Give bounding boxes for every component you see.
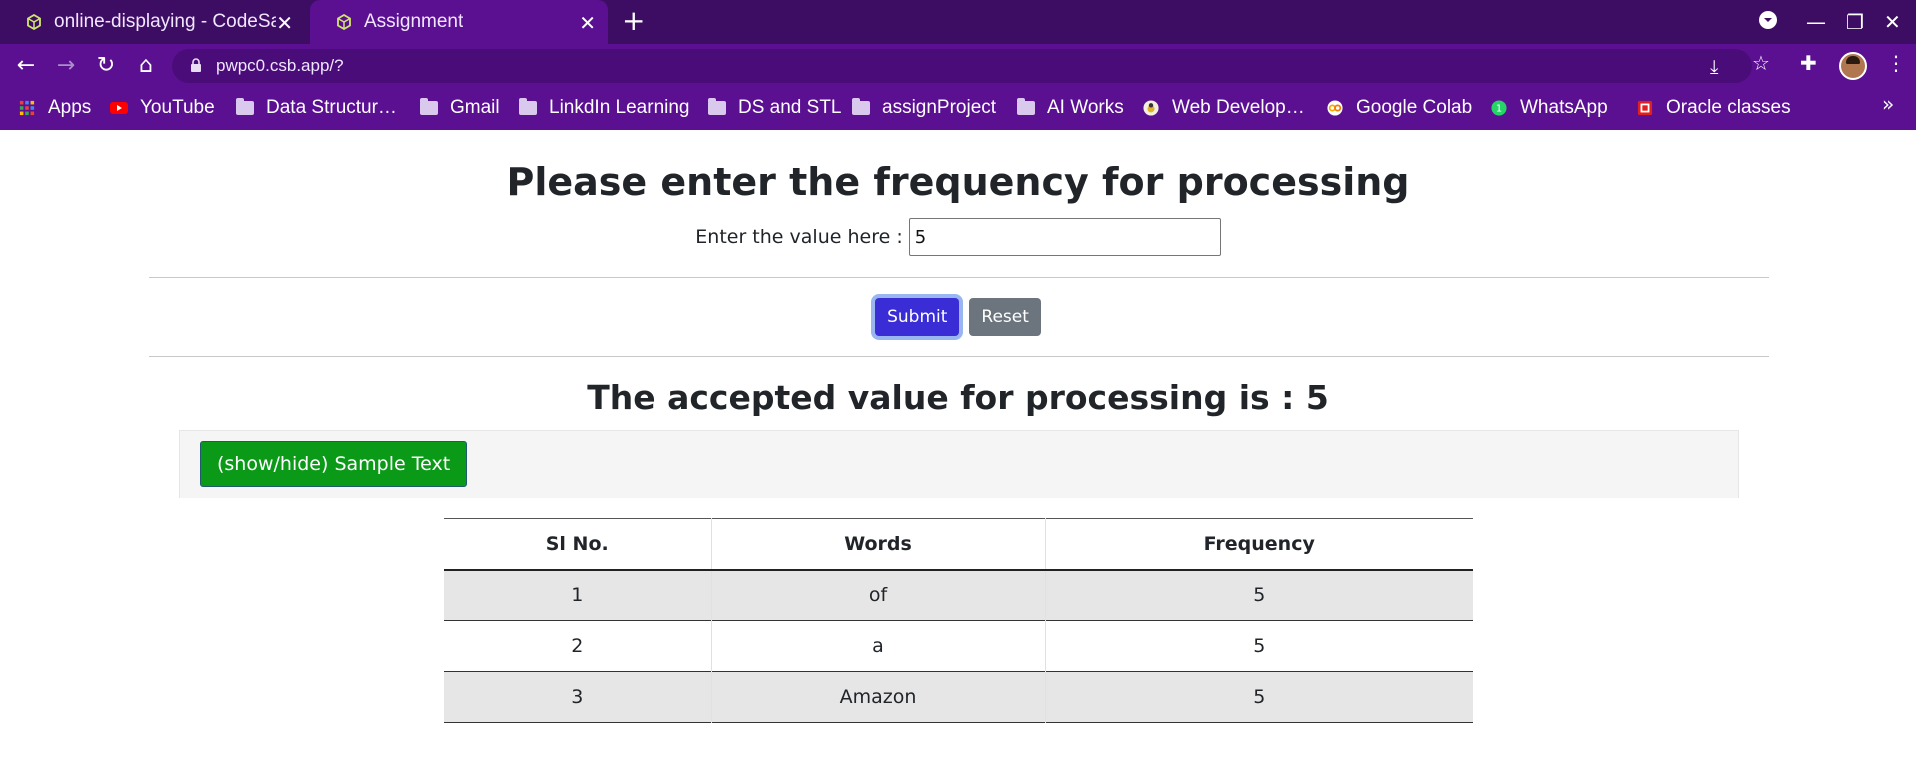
cell-frequency: 5	[1253, 686, 1266, 708]
table-row: 1 of 5	[444, 569, 1473, 621]
page-title: Please enter the frequency for processin…	[506, 160, 1410, 204]
tab-search-icon[interactable]	[1758, 10, 1778, 35]
install-app-icon[interactable]: ⤓	[1710, 56, 1718, 78]
bookmark-google-colab[interactable]: Google Colab	[1326, 97, 1472, 119]
bookmarks-bar: Apps YouTube Data Structur… Gmail LinkdI…	[0, 88, 1916, 130]
close-window-icon[interactable]: ✕	[1884, 10, 1901, 34]
reset-button[interactable]: Reset	[969, 298, 1041, 336]
cell-sl-no: 3	[444, 671, 712, 723]
bookmark-label: Data Structur…	[266, 97, 397, 118]
table-header-row: Sl No. Words Frequency	[444, 518, 1473, 571]
bookmark-apps[interactable]: Apps	[18, 97, 91, 119]
close-tab-icon[interactable]: ✕	[579, 11, 596, 36]
bookmark-label: YouTube	[140, 97, 215, 118]
back-icon[interactable]: ←	[12, 52, 40, 80]
divider	[149, 277, 1769, 278]
svg-text:1: 1	[1496, 104, 1502, 115]
bookmark-assignproject[interactable]: assignProject	[852, 97, 996, 119]
minimize-icon[interactable]: —	[1806, 10, 1826, 34]
new-tab-icon[interactable]: +	[622, 7, 645, 35]
home-icon[interactable]: ⌂	[132, 52, 160, 80]
cell-frequency: 5	[1253, 635, 1266, 657]
bookmark-label: Apps	[48, 97, 92, 118]
column-header-frequency: Frequency	[1045, 518, 1473, 571]
extensions-icon[interactable]: ✚	[1800, 51, 1817, 75]
column-header-words: Words	[711, 518, 1046, 571]
bookmark-web-development[interactable]: Web Develop…	[1142, 97, 1305, 119]
bookmark-label: assignProject	[882, 97, 997, 118]
address-bar[interactable]: pwpc0.csb.app/? ⤓	[172, 49, 1752, 83]
cell-word: a	[711, 620, 1046, 672]
tab-codesandbox[interactable]: online-displaying - CodeSandbox ✕	[0, 0, 305, 44]
close-tab-icon[interactable]: ✕	[276, 11, 293, 36]
bookmark-label: Google Colab	[1356, 97, 1473, 118]
bookmark-whatsapp[interactable]: 1 WhatsApp	[1490, 97, 1608, 119]
tab-assignment[interactable]: Assignment ✕	[310, 0, 608, 44]
bookmark-ds-and-stl[interactable]: DS and STL	[708, 97, 842, 119]
folder-icon	[420, 98, 438, 115]
oracle-icon	[1637, 100, 1653, 116]
bookmark-label: Gmail	[450, 97, 500, 118]
bookmark-star-icon[interactable]: ☆	[1752, 51, 1770, 75]
bookmark-label: Oracle classes	[1666, 97, 1791, 118]
bookmark-gmail[interactable]: Gmail	[420, 97, 500, 119]
divider	[149, 356, 1769, 357]
youtube-icon	[110, 102, 128, 114]
browser-toolbar: ← → ↻ ⌂ pwpc0.csb.app/? ⤓ ☆ ✚ ⋮	[0, 44, 1916, 88]
folder-icon	[519, 98, 537, 115]
bookmark-data-structures[interactable]: Data Structur…	[236, 97, 397, 119]
tab-title: Assignment	[364, 11, 464, 32]
tab-title: online-displaying - CodeSandbox	[54, 11, 276, 32]
submit-button[interactable]: Submit	[875, 298, 960, 336]
profile-avatar[interactable]	[1839, 52, 1867, 80]
site-icon	[1143, 100, 1159, 116]
bookmark-ai-works[interactable]: AI Works	[1017, 97, 1124, 119]
codesandbox-favicon-icon	[27, 14, 41, 30]
frequency-input-row: Enter the value here :	[0, 218, 1916, 256]
table-row: 3 Amazon 5	[444, 671, 1473, 723]
colab-icon	[1327, 100, 1343, 116]
cell-word: Amazon	[711, 671, 1046, 723]
input-label: Enter the value here :	[695, 226, 903, 248]
frequency-table: Sl No. Words Frequency 1 of 5 2 a 5 3 Am…	[444, 518, 1473, 723]
folder-icon	[236, 98, 254, 115]
restore-icon[interactable]: ❐	[1846, 10, 1864, 34]
bookmark-label: AI Works	[1047, 97, 1124, 118]
bookmark-label: LinkdIn Learning	[549, 97, 690, 118]
form-buttons: Submit Reset	[0, 298, 1916, 336]
bookmarks-overflow-icon[interactable]: »	[1882, 92, 1894, 116]
menu-kebab-icon[interactable]: ⋮	[1886, 51, 1906, 75]
sample-text-panel: (show/hide) Sample Text	[179, 430, 1739, 498]
reload-icon[interactable]: ↻	[92, 52, 120, 80]
frequency-input[interactable]	[908, 218, 1221, 256]
column-header-sl-no: Sl No.	[444, 518, 712, 571]
bookmark-oracle-classes[interactable]: Oracle classes	[1636, 97, 1791, 119]
folder-icon	[852, 98, 870, 115]
cell-sl-no: 2	[444, 620, 712, 672]
cell-word: of	[711, 569, 1046, 621]
cell-frequency: 5	[1253, 584, 1266, 607]
page-content: Please enter the frequency for processin…	[0, 130, 1916, 760]
folder-icon	[708, 98, 726, 115]
table-row: 2 a 5	[444, 620, 1473, 672]
bookmark-label: Web Develop…	[1172, 97, 1305, 118]
bookmark-youtube[interactable]: YouTube	[110, 97, 215, 119]
tab-strip: online-displaying - CodeSandbox ✕ Assign…	[0, 0, 1916, 44]
lock-icon	[191, 58, 201, 72]
toggle-sample-text-button[interactable]: (show/hide) Sample Text	[200, 441, 468, 487]
bookmark-label: DS and STL	[738, 97, 842, 118]
apps-grid-icon	[19, 100, 35, 116]
accepted-value-heading: The accepted value for processing is : 5	[587, 378, 1329, 417]
cell-sl-no: 1	[444, 569, 712, 621]
url-text: pwpc0.csb.app/?	[216, 56, 344, 75]
folder-icon	[1017, 98, 1035, 115]
codesandbox-favicon-icon	[337, 14, 351, 30]
bookmark-linkedin-learning[interactable]: LinkdIn Learning	[519, 97, 690, 119]
bookmark-label: WhatsApp	[1520, 97, 1608, 118]
forward-icon[interactable]: →	[52, 52, 80, 80]
whatsapp-icon: 1	[1491, 100, 1507, 116]
